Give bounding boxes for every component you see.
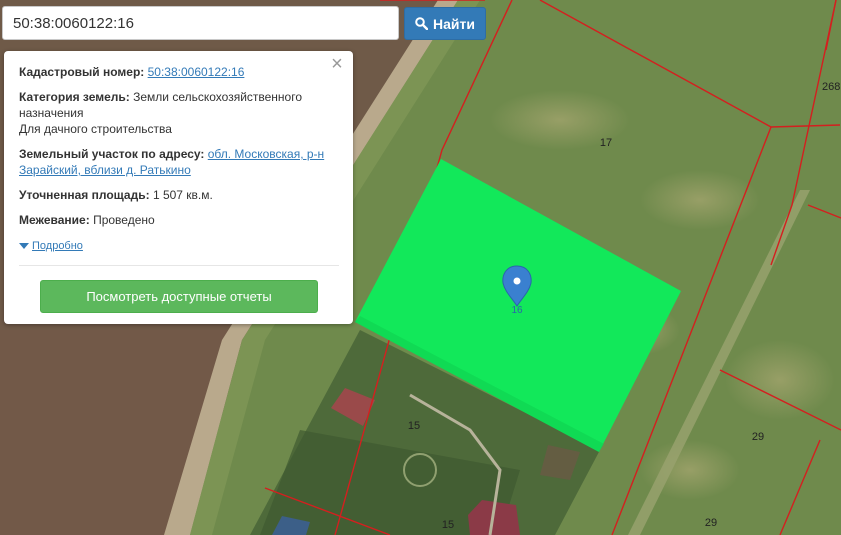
land-category-label: Категория земель:	[19, 90, 130, 104]
plot-label: 15	[442, 519, 454, 531]
area-value: 1 507 кв.м.	[152, 188, 213, 202]
plot-label: 268	[822, 81, 840, 93]
search-input[interactable]	[2, 6, 399, 40]
plot-label: 15	[408, 420, 420, 432]
search-icon	[415, 17, 429, 30]
search-button[interactable]: Найти	[404, 7, 486, 40]
area-label: Уточненная площадь:	[19, 188, 150, 202]
cadastral-number-row: Кадастровый номер: 50:38:0060122:16	[19, 64, 339, 80]
more-details-link[interactable]: Подробно	[19, 238, 83, 254]
land-category-row: Категория земель: Земли сельскохозяйстве…	[19, 89, 339, 137]
caret-down-icon	[19, 243, 29, 249]
address-row: Земельный участок по адресу: обл. Москов…	[19, 146, 339, 178]
divider	[19, 265, 339, 266]
more-details-label: Подробно	[32, 240, 83, 252]
survey-value: Проведено	[93, 213, 155, 227]
survey-label: Межевание:	[19, 213, 90, 227]
close-icon[interactable]: ×	[329, 54, 345, 74]
land-usage-value: Для дачного строительства	[19, 122, 172, 136]
view-reports-button[interactable]: Посмотреть доступные отчеты	[40, 280, 318, 313]
search-button-label: Найти	[433, 15, 475, 32]
cadastral-number-link[interactable]: 50:38:0060122:16	[148, 65, 245, 79]
address-label: Земельный участок по адресу:	[19, 147, 205, 161]
plot-label: 29	[752, 431, 764, 443]
cadastral-number-label: Кадастровый номер:	[19, 65, 145, 79]
plot-label: 29	[705, 517, 717, 529]
parcel-info-panel: × Кадастровый номер: 50:38:0060122:16 Ка…	[4, 51, 353, 324]
survey-row: Межевание: Проведено	[19, 212, 339, 228]
plot-label: 17	[600, 137, 612, 149]
area-row: Уточненная площадь: 1 507 кв.м.	[19, 187, 339, 203]
svg-text:16: 16	[511, 305, 523, 316]
